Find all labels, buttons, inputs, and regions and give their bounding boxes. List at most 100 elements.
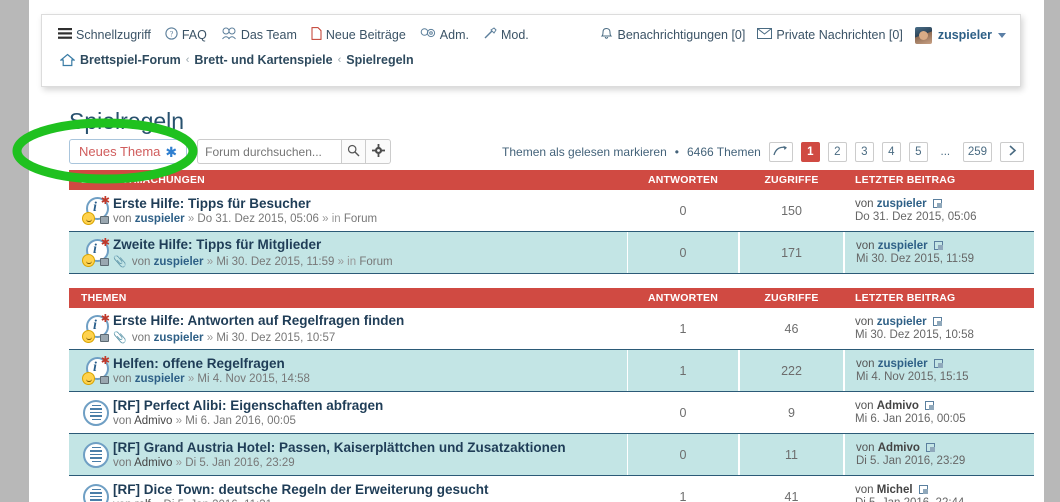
page-button-3[interactable]: 3 [854, 142, 874, 162]
table-row[interactable]: i ✱ Erste Hilfe: Antworten auf Regelfrag… [69, 308, 1034, 350]
next-page-button[interactable] [1000, 142, 1024, 162]
meta-separator: » [187, 373, 195, 386]
mark-topics-read-link[interactable]: Themen als gelesen markieren [502, 145, 667, 159]
table-row[interactable]: [RF] Dice Town: deutsche Regeln der Erwe… [69, 476, 1034, 502]
svg-text:?: ? [170, 30, 174, 39]
replies-count: 0 [627, 434, 739, 475]
last-post-author[interactable]: zuspieler [878, 240, 928, 252]
goto-post-icon[interactable] [925, 401, 935, 410]
announcement-locked-icon: i ✱ [79, 237, 113, 267]
nav-item-private-messages[interactable]: Private Nachrichten [0] [757, 28, 903, 42]
attachment-icon: 📎 [113, 331, 127, 344]
column-header-last-post: LETZTER BEITRAG [855, 292, 956, 304]
views-count: 41 [784, 489, 799, 502]
meta-von: von [113, 373, 132, 386]
topic-author[interactable]: zuspieler [135, 373, 185, 385]
table-row[interactable]: i ✱ Zweite Hilfe: Tipps für Mitglieder 📎… [69, 232, 1034, 274]
topic-author[interactable]: zuspieler [154, 332, 204, 344]
replies-count: 1 [679, 321, 687, 336]
topic-author[interactable]: Admivo [134, 415, 172, 427]
goto-post-icon[interactable] [932, 199, 942, 208]
nav-item-adm[interactable]: Adm. [420, 27, 469, 43]
last-post-prefix: von [855, 316, 874, 328]
search-submit-button[interactable] [341, 139, 367, 164]
goto-post-icon[interactable] [932, 317, 942, 326]
goto-post-icon[interactable] [918, 485, 928, 494]
last-post-author[interactable]: zuspieler [877, 316, 927, 328]
nav-item-faq[interactable]: ? FAQ [165, 27, 207, 43]
row-subject: [RF] Perfect Alibi: Eigenschaften abfrag… [69, 392, 627, 433]
topic-title[interactable]: Erste Hilfe: Antworten auf Regelfragen f… [113, 313, 404, 329]
star-icon: ✱ [165, 143, 178, 160]
user-navigation: Benachrichtigungen [0] Private Nachricht… [600, 26, 1006, 44]
last-post-cell: von zuspieler Mi 30. Dez 2015, 10:58 [844, 308, 1034, 349]
topic-title[interactable]: [RF] Perfect Alibi: Eigenschaften abfrag… [113, 398, 383, 414]
topic-forum[interactable]: Forum [359, 256, 392, 268]
topic-meta: 📎 von zuspieler » Mi 30. Dez 2015, 11:59… [113, 255, 393, 268]
row-subject: i ✱ Helfen: offene Regelfragen von zuspi… [69, 350, 627, 391]
main-navigation: Schnellzugriff ? FAQ Das Team Neue Beitr… [58, 24, 1006, 46]
avatar [914, 26, 932, 44]
forum-toolbar: Neues Thema ✱ [69, 139, 392, 164]
breadcrumb: Brettspiel-Forum ‹ Brett- und Kartenspie… [60, 53, 414, 67]
new-topic-button[interactable]: Neues Thema ✱ [69, 139, 188, 164]
goto-post-icon[interactable] [933, 359, 943, 368]
nav-label: Das Team [240, 28, 297, 42]
row-subject: i ✱ Erste Hilfe: Antworten auf Regelfrag… [69, 308, 627, 349]
breadcrumb-item-1[interactable]: Brett- und Kartenspiele [194, 53, 332, 67]
table-row[interactable]: i ✱ Helfen: offene Regelfragen von zuspi… [69, 350, 1034, 392]
topic-title[interactable]: Helfen: offene Regelfragen [113, 356, 310, 372]
last-post-author[interactable]: Michel [877, 484, 913, 496]
breadcrumb-item-0[interactable]: Brettspiel-Forum [80, 53, 181, 67]
page-button-5[interactable]: 5 [908, 142, 928, 162]
last-post-prefix: von [856, 442, 875, 454]
goto-post-icon[interactable] [926, 443, 936, 452]
jump-to-page-button[interactable] [768, 142, 793, 162]
table-row[interactable]: [RF] Perfect Alibi: Eigenschaften abfrag… [69, 392, 1034, 434]
last-post-author[interactable]: Admivo [878, 442, 920, 454]
sticky-locked-icon: i ✱ [79, 313, 113, 343]
topic-title[interactable]: Erste Hilfe: Tipps für Besucher [113, 196, 377, 212]
topic-author[interactable]: Admivo [134, 457, 172, 469]
topic-meta: von zuspieler » Do 31. Dez 2015, 05:06 »… [113, 213, 377, 225]
table-row[interactable]: i ✱ Erste Hilfe: Tipps für Besucher von … [69, 190, 1034, 232]
topic-title[interactable]: Zweite Hilfe: Tipps für Mitglieder [113, 237, 393, 253]
search-input[interactable] [197, 139, 342, 164]
page-button-last[interactable]: 259 [962, 142, 992, 162]
topic-forum[interactable]: Forum [344, 213, 377, 225]
bell-icon [600, 27, 613, 43]
breadcrumb-item-2[interactable]: Spielregeln [346, 53, 413, 67]
page-button-1[interactable]: 1 [800, 142, 820, 162]
goto-post-icon[interactable] [933, 241, 943, 250]
magnifier-icon [347, 144, 360, 160]
browser-page: Schnellzugriff ? FAQ Das Team Neue Beitr… [29, 0, 1052, 502]
meta-von: von [131, 331, 151, 344]
views-count: 46 [784, 321, 799, 336]
nav-item-notifications[interactable]: Benachrichtigungen [0] [600, 27, 745, 43]
nav-item-das-team[interactable]: Das Team [221, 27, 297, 43]
nav-label: Mod. [500, 28, 529, 42]
topic-title[interactable]: [RF] Dice Town: deutsche Regeln der Erwe… [113, 482, 489, 498]
table-row[interactable]: [RF] Grand Austria Hotel: Passen, Kaiser… [69, 434, 1034, 476]
topic-title[interactable]: [RF] Grand Austria Hotel: Passen, Kaiser… [113, 440, 566, 456]
last-post-cell: von zuspieler Mi 4. Nov 2015, 15:15 [844, 350, 1034, 391]
page-button-4[interactable]: 4 [881, 142, 901, 162]
nav-item-schnellzugriff[interactable]: Schnellzugriff [58, 28, 151, 42]
meta-separator: » [175, 415, 183, 428]
page-button-2[interactable]: 2 [827, 142, 847, 162]
last-post-author[interactable]: zuspieler [877, 198, 927, 210]
nav-item-mod[interactable]: Mod. [483, 27, 529, 43]
row-subject: [RF] Dice Town: deutsche Regeln der Erwe… [69, 476, 627, 502]
last-post-author[interactable]: Admivo [877, 400, 919, 412]
views-count: 150 [781, 203, 802, 218]
topic-date: Mi 4. Nov 2015, 14:58 [197, 373, 310, 386]
topic-author[interactable]: zuspieler [135, 213, 185, 225]
user-menu[interactable]: zuspieler [914, 26, 1006, 44]
last-post-author[interactable]: zuspieler [878, 358, 928, 370]
views-count: 9 [788, 405, 795, 420]
last-post-cell: von Admivo Di 5. Jan 2016, 23:29 [844, 434, 1034, 475]
topic-author[interactable]: zuspieler [154, 256, 204, 268]
advanced-search-button[interactable] [366, 139, 392, 164]
nav-item-neue-beitraege[interactable]: Neue Beiträge [311, 27, 406, 43]
breadcrumb-separator: ‹ [185, 54, 190, 66]
